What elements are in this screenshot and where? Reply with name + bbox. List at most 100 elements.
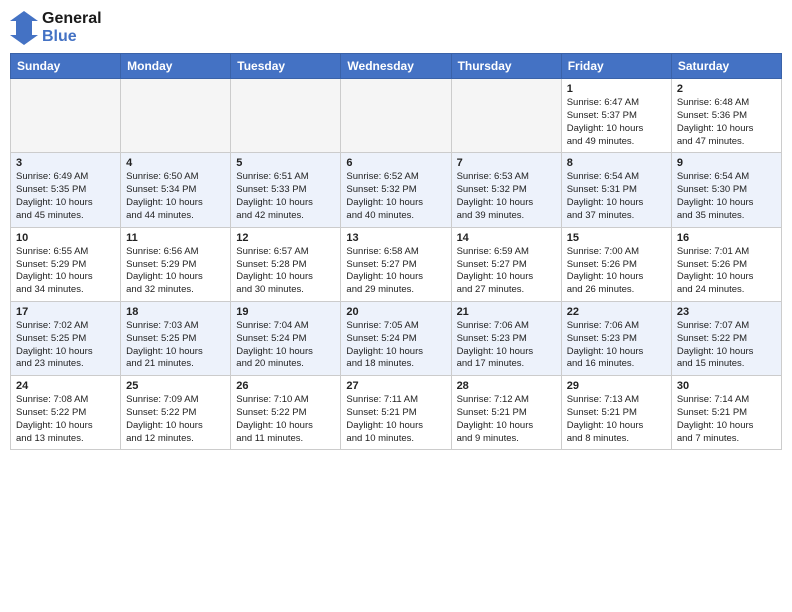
day-number: 8	[567, 157, 666, 169]
day-info: Sunrise: 6:54 AM Sunset: 5:30 PM Dayligh…	[677, 171, 776, 222]
day-number: 30	[677, 380, 776, 392]
day-number: 7	[457, 157, 556, 169]
day-info: Sunrise: 7:01 AM Sunset: 5:26 PM Dayligh…	[677, 246, 776, 297]
day-number: 4	[126, 157, 225, 169]
day-number: 2	[677, 83, 776, 95]
calendar-cell: 23 Sunrise: 7:07 AM Sunset: 5:22 PM Dayli…	[671, 301, 781, 375]
day-number: 24	[16, 380, 115, 392]
day-info: Sunrise: 6:55 AM Sunset: 5:29 PM Dayligh…	[16, 246, 115, 297]
day-info: Sunrise: 6:47 AM Sunset: 5:37 PM Dayligh…	[567, 97, 666, 148]
calendar-cell: 24 Sunrise: 7:08 AM Sunset: 5:22 PM Dayli…	[11, 376, 121, 450]
calendar-cell: 17Sunrise: 7:02 AM Sunset: 5:25 PM Dayli…	[11, 301, 121, 375]
calendar-cell	[121, 79, 231, 153]
weekday-header-row: SundayMondayTuesdayWednesdayThursdayFrid…	[11, 54, 782, 79]
day-number: 13	[346, 232, 445, 244]
day-number: 5	[236, 157, 335, 169]
weekday-header-thursday: Thursday	[451, 54, 561, 79]
calendar-cell: 20 Sunrise: 7:05 AM Sunset: 5:24 PM Dayli…	[341, 301, 451, 375]
calendar-cell: 8 Sunrise: 6:54 AM Sunset: 5:31 PM Daylig…	[561, 153, 671, 227]
calendar-cell: 6 Sunrise: 6:52 AM Sunset: 5:32 PM Daylig…	[341, 153, 451, 227]
logo-blue-text: Blue	[42, 28, 102, 46]
calendar-cell: 4 Sunrise: 6:50 AM Sunset: 5:34 PM Daylig…	[121, 153, 231, 227]
day-number: 12	[236, 232, 335, 244]
day-number: 9	[677, 157, 776, 169]
calendar-cell: 25Sunrise: 7:09 AM Sunset: 5:22 PM Dayli…	[121, 376, 231, 450]
day-info: Sunrise: 7:06 AM Sunset: 5:23 PM Dayligh…	[457, 320, 556, 371]
calendar-cell: 2 Sunrise: 6:48 AM Sunset: 5:36 PM Daylig…	[671, 79, 781, 153]
weekday-header-saturday: Saturday	[671, 54, 781, 79]
logo-container: General Blue	[10, 10, 102, 45]
calendar-cell: 5Sunrise: 6:51 AM Sunset: 5:33 PM Daylig…	[231, 153, 341, 227]
calendar-cell: 12 Sunrise: 6:57 AM Sunset: 5:28 PM Dayli…	[231, 227, 341, 301]
calendar-cell: 30 Sunrise: 7:14 AM Sunset: 5:21 PM Dayli…	[671, 376, 781, 450]
weekday-header-sunday: Sunday	[11, 54, 121, 79]
day-number: 16	[677, 232, 776, 244]
day-number: 3	[16, 157, 115, 169]
calendar-cell: 13 Sunrise: 6:58 AM Sunset: 5:27 PM Dayli…	[341, 227, 451, 301]
calendar-cell: 11 Sunrise: 6:56 AM Sunset: 5:29 PM Dayli…	[121, 227, 231, 301]
day-number: 1	[567, 83, 666, 95]
calendar-cell: 29 Sunrise: 7:13 AM Sunset: 5:21 PM Dayli…	[561, 376, 671, 450]
calendar-week-3: 10 Sunrise: 6:55 AM Sunset: 5:29 PM Dayli…	[11, 227, 782, 301]
day-info: Sunrise: 6:54 AM Sunset: 5:31 PM Dayligh…	[567, 171, 666, 222]
day-info: Sunrise: 7:13 AM Sunset: 5:21 PM Dayligh…	[567, 394, 666, 445]
day-number: 20	[346, 306, 445, 318]
day-number: 10	[16, 232, 115, 244]
day-info: Sunrise: 6:53 AM Sunset: 5:32 PM Dayligh…	[457, 171, 556, 222]
day-info: Sunrise: 7:07 AM Sunset: 5:22 PM Dayligh…	[677, 320, 776, 371]
calendar-cell: 10 Sunrise: 6:55 AM Sunset: 5:29 PM Dayli…	[11, 227, 121, 301]
logo-text: General Blue	[42, 10, 102, 45]
day-info: Sunrise: 7:05 AM Sunset: 5:24 PM Dayligh…	[346, 320, 445, 371]
day-number: 25	[126, 380, 225, 392]
calendar-table: SundayMondayTuesdayWednesdayThursdayFrid…	[10, 53, 782, 450]
calendar-cell: 9 Sunrise: 6:54 AM Sunset: 5:30 PM Daylig…	[671, 153, 781, 227]
calendar-cell	[11, 79, 121, 153]
day-number: 11	[126, 232, 225, 244]
day-info: Sunrise: 6:48 AM Sunset: 5:36 PM Dayligh…	[677, 97, 776, 148]
calendar-cell: 16 Sunrise: 7:01 AM Sunset: 5:26 PM Dayli…	[671, 227, 781, 301]
calendar-week-1: 1 Sunrise: 6:47 AM Sunset: 5:37 PM Daylig…	[11, 79, 782, 153]
day-number: 23	[677, 306, 776, 318]
calendar-cell: 22Sunrise: 7:06 AM Sunset: 5:23 PM Dayli…	[561, 301, 671, 375]
logo-bird-icon	[10, 11, 38, 45]
calendar-cell: 7 Sunrise: 6:53 AM Sunset: 5:32 PM Daylig…	[451, 153, 561, 227]
day-number: 28	[457, 380, 556, 392]
day-number: 26	[236, 380, 335, 392]
day-info: Sunrise: 7:04 AM Sunset: 5:24 PM Dayligh…	[236, 320, 335, 371]
weekday-header-friday: Friday	[561, 54, 671, 79]
calendar-week-5: 24 Sunrise: 7:08 AM Sunset: 5:22 PM Dayli…	[11, 376, 782, 450]
calendar-cell: 19 Sunrise: 7:04 AM Sunset: 5:24 PM Dayli…	[231, 301, 341, 375]
day-info: Sunrise: 6:59 AM Sunset: 5:27 PM Dayligh…	[457, 246, 556, 297]
day-info: Sunrise: 6:52 AM Sunset: 5:32 PM Dayligh…	[346, 171, 445, 222]
calendar-cell	[231, 79, 341, 153]
day-info: Sunrise: 6:50 AM Sunset: 5:34 PM Dayligh…	[126, 171, 225, 222]
day-info: Sunrise: 7:10 AM Sunset: 5:22 PM Dayligh…	[236, 394, 335, 445]
day-number: 18	[126, 306, 225, 318]
logo: General Blue	[10, 10, 102, 45]
day-info: Sunrise: 6:58 AM Sunset: 5:27 PM Dayligh…	[346, 246, 445, 297]
day-number: 21	[457, 306, 556, 318]
day-number: 29	[567, 380, 666, 392]
weekday-header-monday: Monday	[121, 54, 231, 79]
calendar-cell: 3Sunrise: 6:49 AM Sunset: 5:35 PM Daylig…	[11, 153, 121, 227]
day-info: Sunrise: 7:12 AM Sunset: 5:21 PM Dayligh…	[457, 394, 556, 445]
calendar-cell	[451, 79, 561, 153]
day-info: Sunrise: 6:56 AM Sunset: 5:29 PM Dayligh…	[126, 246, 225, 297]
day-info: Sunrise: 7:06 AM Sunset: 5:23 PM Dayligh…	[567, 320, 666, 371]
weekday-header-wednesday: Wednesday	[341, 54, 451, 79]
day-number: 17	[16, 306, 115, 318]
day-info: Sunrise: 6:57 AM Sunset: 5:28 PM Dayligh…	[236, 246, 335, 297]
weekday-header-tuesday: Tuesday	[231, 54, 341, 79]
day-number: 14	[457, 232, 556, 244]
day-info: Sunrise: 7:08 AM Sunset: 5:22 PM Dayligh…	[16, 394, 115, 445]
day-info: Sunrise: 7:11 AM Sunset: 5:21 PM Dayligh…	[346, 394, 445, 445]
day-number: 19	[236, 306, 335, 318]
day-number: 27	[346, 380, 445, 392]
day-info: Sunrise: 7:14 AM Sunset: 5:21 PM Dayligh…	[677, 394, 776, 445]
calendar-cell: 14 Sunrise: 6:59 AM Sunset: 5:27 PM Dayli…	[451, 227, 561, 301]
calendar-week-4: 17Sunrise: 7:02 AM Sunset: 5:25 PM Dayli…	[11, 301, 782, 375]
calendar-cell: 15Sunrise: 7:00 AM Sunset: 5:26 PM Dayli…	[561, 227, 671, 301]
day-number: 6	[346, 157, 445, 169]
calendar-week-2: 3Sunrise: 6:49 AM Sunset: 5:35 PM Daylig…	[11, 153, 782, 227]
calendar-cell: 1 Sunrise: 6:47 AM Sunset: 5:37 PM Daylig…	[561, 79, 671, 153]
